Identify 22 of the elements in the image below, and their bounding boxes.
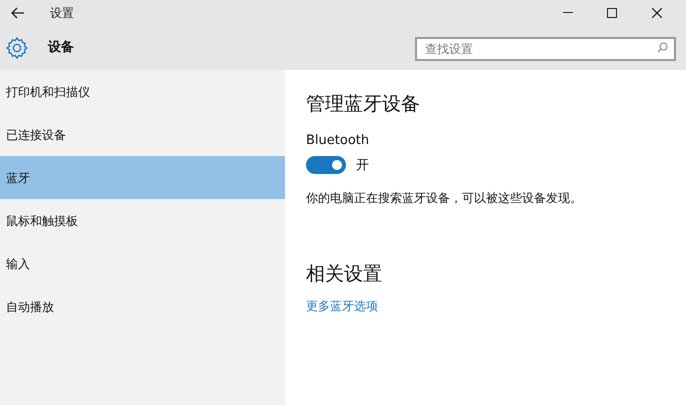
- sidebar-item[interactable]: 输入: [0, 242, 285, 285]
- close-icon: [652, 8, 662, 18]
- window-title: 设置: [50, 4, 74, 22]
- sidebar-item[interactable]: 已连接设备: [0, 113, 285, 156]
- section-heading: 管理蓝牙设备: [306, 92, 420, 117]
- sidebar-item[interactable]: 自动播放: [0, 285, 285, 328]
- status-text: 你的电脑正在搜索蓝牙设备，可以被这些设备发现。: [306, 190, 582, 207]
- sidebar-item[interactable]: 打印机和扫描仪: [0, 70, 285, 113]
- search-icon: [657, 42, 668, 52]
- gear-icon: [6, 36, 28, 58]
- back-arrow-icon: [11, 6, 25, 18]
- more-bluetooth-options-link[interactable]: 更多蓝牙选项: [306, 297, 378, 315]
- bluetooth-toggle[interactable]: [306, 156, 346, 174]
- sidebar-item[interactable]: 蓝牙: [0, 156, 285, 199]
- search-field[interactable]: 查找设置: [415, 36, 676, 60]
- maximize-icon: [607, 8, 617, 18]
- bluetooth-label: Bluetooth: [306, 132, 370, 150]
- section-heading: 相关设置: [306, 262, 382, 287]
- page-title: 设备: [48, 38, 74, 57]
- sidebar-item[interactable]: 鼠标和触摸板: [0, 199, 285, 242]
- minimize-icon: [563, 12, 573, 13]
- toggle-state: 开: [356, 156, 369, 174]
